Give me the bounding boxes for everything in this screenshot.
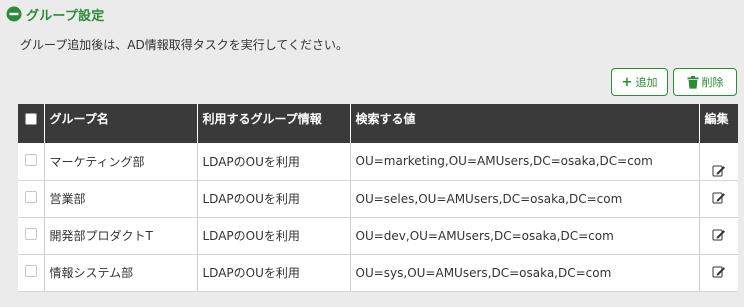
row-checkbox[interactable]: [24, 265, 37, 277]
table-row[interactable]: 開発部プロダクトT LDAPのOUを利用 OU=dev,OU=AMUsers,D…: [18, 217, 738, 255]
row-checkbox[interactable]: [24, 191, 37, 203]
column-header-edit: 編集: [699, 104, 738, 143]
table-row[interactable]: マーケティング部 LDAPのOUを利用 OU=marketing,OU=AMUs…: [18, 143, 738, 181]
section-title: グループ設定: [26, 8, 105, 24]
group-source-cell: LDAPのOUを利用: [197, 217, 351, 255]
search-value-cell: OU=seles,OU=AMUsers,DC=osaka,DC=com: [350, 180, 700, 218]
table-row[interactable]: 情報システム部 LDAPのOUを利用 OU=sys,OU=AMUsers,DC=…: [18, 254, 738, 292]
group-name-cell: マーケティング部: [44, 143, 198, 181]
pencil-icon[interactable]: [712, 163, 726, 177]
minus-circle-icon[interactable]: [6, 6, 22, 22]
pencil-icon[interactable]: [712, 190, 726, 204]
row-select-cell: [18, 143, 45, 181]
table-row[interactable]: 営業部 LDAPのOUを利用 OU=seles,OU=AMUsers,DC=os…: [18, 180, 738, 218]
search-value-cell: OU=sys,OU=AMUsers,DC=osaka,DC=com: [350, 254, 700, 292]
trash-icon: [687, 75, 698, 89]
pencil-icon[interactable]: [712, 227, 726, 241]
delete-button[interactable]: 削除: [673, 68, 737, 96]
select-all-checkbox[interactable]: [24, 113, 37, 125]
row-checkbox[interactable]: [24, 228, 37, 240]
group-table: グループ名 利用するグループ情報 検索する値 編集 マーケティング部 LDAPの…: [18, 104, 738, 292]
column-header-group-source[interactable]: 利用するグループ情報: [197, 104, 351, 143]
column-header-group-name[interactable]: グループ名: [44, 104, 198, 143]
row-select-cell: [18, 254, 45, 292]
edit-cell: [699, 217, 738, 255]
group-source-cell: LDAPのOUを利用: [197, 180, 351, 218]
row-checkbox[interactable]: [24, 153, 37, 166]
edit-cell: [699, 180, 738, 218]
row-select-cell: [18, 217, 45, 255]
select-all-cell: [18, 104, 45, 143]
group-name-cell: 情報システム部: [44, 254, 198, 292]
edit-cell: [699, 254, 738, 292]
group-name-cell: 営業部: [44, 180, 198, 218]
add-button-label: 追加: [635, 76, 658, 89]
group-source-cell: LDAPのOUを利用: [197, 254, 351, 292]
instruction-text: グループ追加後は、AD情報取得タスクを実行してください。: [20, 38, 349, 52]
search-value-cell: OU=dev,OU=AMUsers,DC=osaka,DC=com: [350, 217, 700, 255]
column-header-search-value[interactable]: 検索する値: [350, 104, 700, 143]
group-name-cell: 開発部プロダクトT: [44, 217, 198, 255]
add-button[interactable]: + 追加: [611, 68, 668, 96]
edit-cell: [699, 143, 738, 181]
table-header-row: グループ名 利用するグループ情報 検索する値 編集: [18, 104, 738, 143]
pencil-icon[interactable]: [712, 264, 726, 278]
row-select-cell: [18, 180, 45, 218]
section-toggle[interactable]: グループ設定: [6, 4, 104, 24]
search-value-cell: OU=marketing,OU=AMUsers,DC=osaka,DC=com: [350, 143, 700, 181]
group-source-cell: LDAPのOUを利用: [197, 143, 351, 181]
delete-button-label: 削除: [701, 76, 724, 89]
plus-icon: +: [621, 74, 633, 90]
